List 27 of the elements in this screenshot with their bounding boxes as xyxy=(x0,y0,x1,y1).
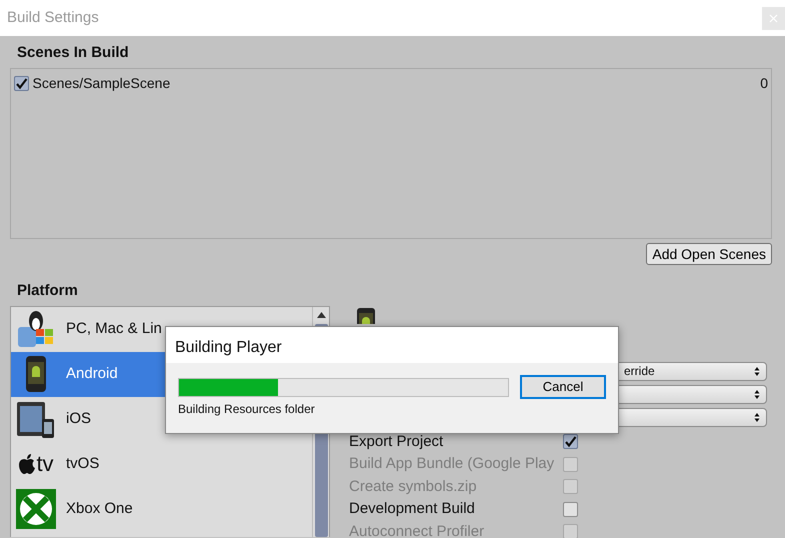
window-title: Build Settings xyxy=(7,8,99,28)
pc-penguin-windows-icon xyxy=(16,309,56,349)
cancel-button[interactable]: Cancel xyxy=(520,375,606,399)
section-heading: Scenes In Build xyxy=(16,43,130,63)
scene-index: 0 xyxy=(760,74,768,93)
close-icon xyxy=(769,14,778,23)
option-label: Export Project xyxy=(349,432,444,452)
platform-item[interactable]: Xbox One xyxy=(11,486,312,532)
tv-logo-text: tv xyxy=(36,453,54,475)
dialog-title: Building Player xyxy=(166,327,618,363)
option-label: Create symbols.zip xyxy=(349,476,478,496)
checkbox[interactable] xyxy=(14,76,29,91)
section-heading: Platform xyxy=(16,280,79,300)
platform-item[interactable]: tv tvOS xyxy=(11,442,312,486)
android-phone-icon xyxy=(357,308,375,324)
option-label: Autoconnect Profiler xyxy=(349,522,486,538)
status-text: Building Resources folder xyxy=(178,402,315,416)
tablet-phone-icon xyxy=(16,399,56,439)
scene-name: Scenes/SampleScene xyxy=(32,74,170,93)
checkbox[interactable] xyxy=(563,434,578,450)
android-phone-icon xyxy=(24,355,48,393)
xbox-icon xyxy=(16,489,56,529)
option-label: Development Build xyxy=(349,499,476,519)
apple-icon xyxy=(18,453,36,475)
add-open-scenes-button[interactable]: Add Open Scenes xyxy=(646,242,772,264)
option-label: Build App Bundle (Google Play xyxy=(349,454,556,474)
checkbox[interactable] xyxy=(563,502,578,517)
